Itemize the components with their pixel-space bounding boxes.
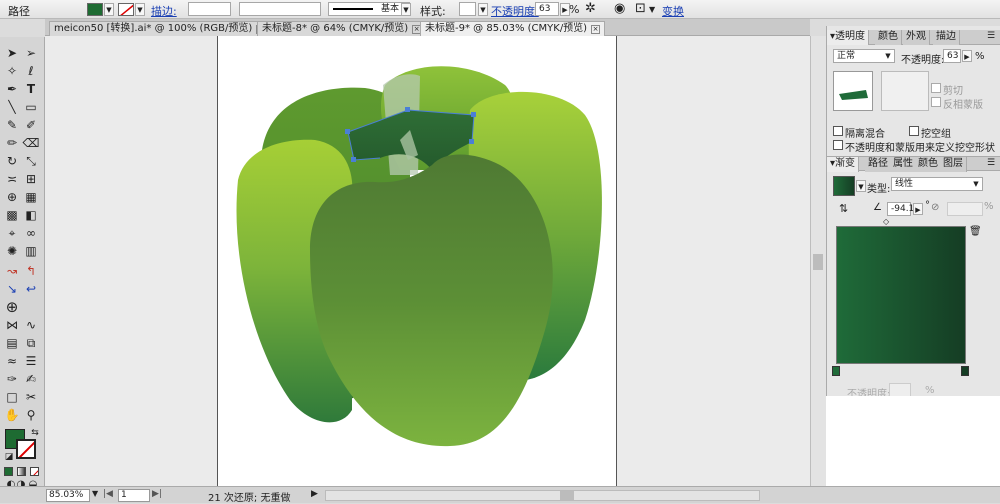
zoom-dropdown-icon[interactable]: ▼: [92, 489, 98, 498]
history-status: 21 次还原; 无重做: [208, 493, 291, 504]
aspect-field[interactable]: [947, 202, 983, 216]
zoom-field[interactable]: 85.03%: [46, 489, 90, 502]
isolate-blending-label: 隔离混合: [845, 129, 885, 140]
next-artboard-icon[interactable]: ▶|: [152, 489, 162, 499]
gradient-stop-right[interactable]: [961, 366, 969, 376]
blend-mode-value: 正常: [837, 51, 856, 61]
angle-field[interactable]: -94.1: [887, 202, 914, 216]
tab-layers-label: 图层: [943, 158, 963, 169]
invert-mask-checkbox[interactable]: [931, 97, 941, 107]
type-label: 类型:: [867, 184, 891, 195]
tab-stroke-label: 描边: [936, 31, 956, 42]
stop-opacity-field[interactable]: [889, 383, 911, 397]
tab-pathfinder[interactable]: 路径: [865, 157, 892, 172]
anchor-point[interactable]: [345, 129, 350, 134]
panel-menu-icon[interactable]: ☰: [987, 158, 995, 168]
tab-gradient-label: 渐变: [835, 158, 856, 169]
status-bar: 85.03% ▼ |◀ 1 ▶| 21 次还原; 无重做 ▶: [0, 486, 1000, 504]
anchor-point[interactable]: [405, 107, 410, 112]
knockout-group-label: 挖空组: [921, 129, 951, 140]
clip-checkbox[interactable]: [931, 83, 941, 93]
gradient-type-dropdown[interactable]: ▼: [971, 178, 981, 190]
object-thumbnail[interactable]: [833, 71, 873, 111]
tab-pathfinder-label: 路径: [868, 158, 888, 169]
pepper-shapes[interactable]: [236, 66, 602, 447]
right-panels: ▾透明度 颜色 外观 描边 ☰ 正常 ▼ 不透明度: 63 ▶ % 剪切 反相蒙…: [826, 26, 1000, 400]
gradient-type-select[interactable]: 线性: [891, 177, 983, 191]
tab-transparency[interactable]: ▾透明度: [827, 30, 870, 45]
tab-color-2-label: 颜色: [918, 158, 938, 169]
opacity-mask-checkbox[interactable]: [833, 140, 843, 150]
anchor-point[interactable]: [471, 112, 476, 117]
panel-empty-area: [826, 396, 1000, 486]
tab-transparency-label: 透明度: [835, 31, 866, 42]
reverse-gradient-icon[interactable]: ⇅: [839, 202, 848, 215]
transparency-panel-tabs: ▾透明度 颜色 外观 描边 ☰: [827, 30, 1000, 45]
opacity-stepper[interactable]: ▶: [962, 50, 972, 62]
gradient-thumbnail[interactable]: [833, 176, 855, 196]
mask-thumbnail[interactable]: [881, 71, 929, 111]
opacity-field[interactable]: 63: [943, 49, 961, 63]
invert-mask-label: 反相蒙版: [943, 100, 983, 111]
angle-stepper[interactable]: ▶: [913, 203, 923, 215]
aspect-icon: ⊘: [931, 202, 940, 213]
gradient-preview[interactable]: [836, 226, 966, 364]
opacity-label: 不透明度:: [901, 55, 945, 66]
tab-gradient[interactable]: ▾渐变: [827, 157, 860, 172]
panel-menu-icon[interactable]: ☰: [987, 31, 995, 41]
status-menu-icon[interactable]: ▶: [311, 489, 318, 499]
anchor-point[interactable]: [351, 157, 356, 162]
first-artboard-icon[interactable]: |◀: [103, 489, 113, 499]
horizontal-scrollbar-thumb[interactable]: [560, 491, 574, 500]
stop-opacity-percent: %: [925, 385, 935, 396]
knockout-group-checkbox[interactable]: [909, 126, 919, 136]
delete-stop-icon[interactable]: 🗑: [969, 226, 982, 237]
artboard-field[interactable]: 1: [118, 489, 150, 502]
gradient-presets-dropdown[interactable]: ▼: [856, 180, 866, 192]
gradient-panel-tabs: ▾渐变 路径 属性 颜色 图层 ☰: [827, 156, 1000, 172]
tab-layers[interactable]: 图层: [940, 157, 967, 172]
scrollbar-thumb[interactable]: [813, 254, 823, 270]
tab-appearance[interactable]: 外观: [903, 30, 930, 45]
tab-color[interactable]: 颜色: [875, 30, 902, 45]
tab-appearance-label: 外观: [906, 31, 926, 42]
opacity-percent: %: [975, 51, 985, 62]
opacity-mask-label: 不透明度和蒙版用来定义挖空形状: [845, 143, 995, 154]
tab-attributes[interactable]: 属性: [890, 157, 917, 172]
horizontal-scrollbar[interactable]: [325, 490, 760, 501]
gradient-type-value: 线性: [895, 179, 914, 189]
angle-degree: °: [925, 200, 930, 211]
tab-stroke[interactable]: 描边: [933, 30, 960, 45]
angle-icon: ∠: [873, 202, 882, 213]
blend-mode-dropdown[interactable]: ▼: [883, 50, 893, 62]
aspect-percent: %: [984, 201, 994, 212]
anchor-point[interactable]: [469, 139, 474, 144]
tab-color-2[interactable]: 颜色: [915, 157, 942, 172]
tab-attributes-label: 属性: [893, 158, 913, 169]
tab-color-label: 颜色: [878, 31, 898, 42]
midpoint-diamond-icon[interactable]: ◇: [883, 217, 889, 226]
clip-label: 剪切: [943, 86, 963, 97]
isolate-blending-checkbox[interactable]: [833, 126, 843, 136]
gradient-stop-left[interactable]: [832, 366, 840, 376]
